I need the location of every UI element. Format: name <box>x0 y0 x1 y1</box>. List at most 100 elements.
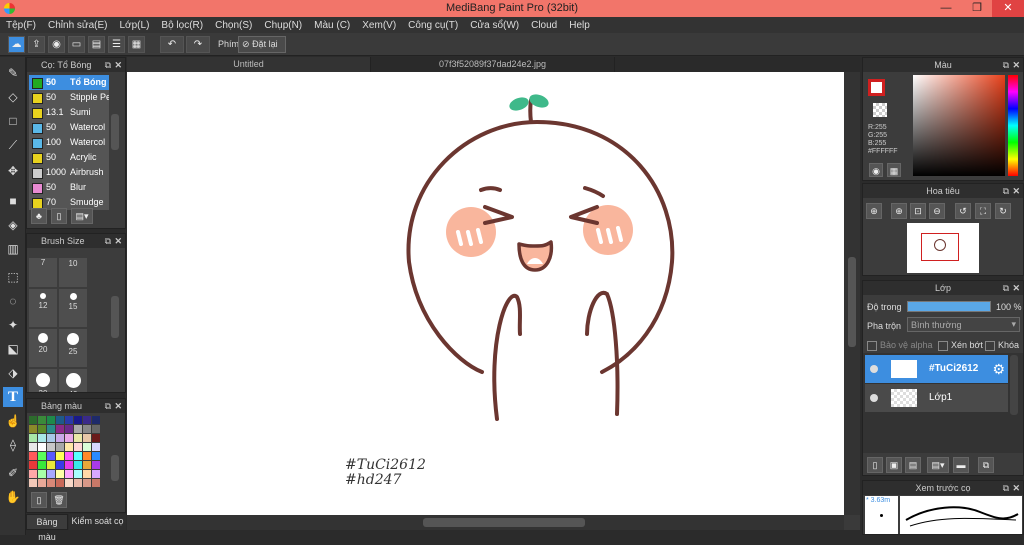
undo-icon[interactable]: ↶ <box>160 36 184 53</box>
palette-swatch[interactable] <box>29 443 37 451</box>
popout-icon[interactable]: ⧉ <box>105 58 111 72</box>
brush-list-scrollbar[interactable] <box>111 114 119 150</box>
folder-icon[interactable]: ▬ <box>953 457 969 473</box>
menu-file[interactable]: Tệp(F) <box>0 20 42 31</box>
brush-size-option[interactable]: 10 <box>59 258 87 287</box>
palette-swatch[interactable] <box>92 470 100 478</box>
palette-swatch[interactable] <box>92 425 100 433</box>
brush-size-option[interactable]: 12 <box>29 289 57 327</box>
palette-swatch[interactable] <box>56 416 64 424</box>
fit-screen-icon[interactable]: ⛶ <box>975 203 991 219</box>
hue-slider[interactable] <box>1008 75 1018 176</box>
palette-swatch[interactable] <box>65 416 73 424</box>
palette-swatch[interactable] <box>74 479 82 487</box>
hand-tool-icon[interactable]: ✋ <box>3 487 23 507</box>
menu-capture[interactable]: Chụp(N) <box>258 20 308 31</box>
palette-swatch[interactable] <box>47 461 55 469</box>
palette-swatch[interactable] <box>29 479 37 487</box>
comment-icon[interactable]: ▭ <box>68 36 85 53</box>
close-icon[interactable]: ✕ <box>1012 184 1020 198</box>
palette-swatch[interactable] <box>56 425 64 433</box>
close-icon[interactable]: ✕ <box>114 399 122 413</box>
palette-swatch[interactable] <box>83 416 91 424</box>
zoom-fit-icon[interactable]: ⊡ <box>910 203 926 219</box>
background-color-swatch[interactable] <box>873 103 887 117</box>
palette-swatch[interactable] <box>38 461 46 469</box>
palette-swatch[interactable] <box>56 479 64 487</box>
palette-swatch[interactable] <box>92 443 100 451</box>
tab-palette[interactable]: Bảng màu <box>26 514 68 542</box>
popout-icon[interactable]: ⧉ <box>1003 281 1009 295</box>
palette-swatch[interactable] <box>47 425 55 433</box>
palette-swatch[interactable] <box>65 479 73 487</box>
tab-untitled[interactable]: Untitled <box>127 57 371 72</box>
palette-swatch[interactable] <box>38 443 46 451</box>
popout-icon[interactable]: ⧉ <box>1003 184 1009 198</box>
menu-cloud[interactable]: Cloud <box>525 20 563 31</box>
palette-swatch[interactable] <box>92 434 100 442</box>
palette-swatch[interactable] <box>29 470 37 478</box>
popout-icon[interactable]: ⧉ <box>1003 58 1009 72</box>
palette-swatch[interactable] <box>56 452 64 460</box>
palette-swatch[interactable] <box>29 434 37 442</box>
palette-swatch[interactable] <box>74 461 82 469</box>
navigator-thumbnail[interactable] <box>907 223 979 273</box>
menu-help[interactable]: Help <box>563 20 596 31</box>
palette-swatch[interactable] <box>74 425 82 433</box>
palette-swatch[interactable] <box>47 443 55 451</box>
list-icon[interactable]: ☰ <box>108 36 125 53</box>
new-layer-1bit-icon[interactable]: ▤ <box>905 457 921 473</box>
new-page-icon[interactable]: ▯ <box>31 492 47 508</box>
palette-swatch[interactable] <box>92 452 100 460</box>
palette-swatch[interactable] <box>47 434 55 442</box>
palette-swatch[interactable] <box>74 443 82 451</box>
palette-swatch[interactable] <box>38 479 46 487</box>
palette-swatch[interactable] <box>83 470 91 478</box>
popout-icon[interactable]: ⧉ <box>1003 481 1009 495</box>
brush-menu-icon[interactable]: ▤▾ <box>71 208 93 224</box>
zoom-out-icon[interactable]: ⊖ <box>929 203 945 219</box>
palette-swatch[interactable] <box>83 479 91 487</box>
rotate-right-icon[interactable]: ↻ <box>995 203 1011 219</box>
magic-wand-icon[interactable]: ✦ <box>3 315 23 335</box>
bucket-tool-icon[interactable]: ◈ <box>3 215 23 235</box>
menu-edit[interactable]: Chỉnh sửa(E) <box>42 20 114 31</box>
clipping-checkbox[interactable]: Xén bớt <box>938 340 983 351</box>
gear-icon[interactable]: ⚙ <box>992 361 1005 378</box>
line-tool-icon[interactable]: ⟋ <box>3 135 23 155</box>
text-tool-icon[interactable]: T <box>3 387 23 407</box>
menu-view[interactable]: Xem(V) <box>356 20 402 31</box>
select-rect-icon[interactable]: ⬚ <box>3 267 23 287</box>
tab-image-file[interactable]: 07f3f52089f37dad24e2.jpg <box>371 57 615 72</box>
popout-icon[interactable]: ⧉ <box>105 399 111 413</box>
eyedropper-icon[interactable]: ✐ <box>3 463 23 483</box>
menu-select[interactable]: Chọn(S) <box>209 20 258 31</box>
menu-window[interactable]: Cửa sổ(W) <box>464 20 525 31</box>
palette-swatch[interactable] <box>74 434 82 442</box>
palette-swatch[interactable] <box>56 461 64 469</box>
layer-list-scrollbar[interactable] <box>1010 355 1018 415</box>
palette-swatch[interactable] <box>29 425 37 433</box>
palette-swatch[interactable] <box>29 416 37 424</box>
menu-layer[interactable]: Lớp(L) <box>114 20 156 31</box>
brush-item[interactable]: 100 Watercol <box>29 135 109 151</box>
vertical-scroll-thumb[interactable] <box>848 257 856 347</box>
dropper-tool-icon[interactable]: ⟠ <box>3 435 23 455</box>
restore-button[interactable]: ❐ <box>962 0 992 17</box>
palette-swatch[interactable] <box>47 470 55 478</box>
tab-brush-control[interactable]: Kiểm soát cọ <box>69 514 126 530</box>
opacity-slider[interactable] <box>907 301 991 312</box>
palette-swatch[interactable] <box>38 425 46 433</box>
close-icon[interactable]: ✕ <box>1012 281 1020 295</box>
brush-item[interactable]: 50 Stipple Pe <box>29 90 109 106</box>
zoom-in-step-icon[interactable]: ⊕ <box>891 203 907 219</box>
close-button[interactable]: ✕ <box>992 0 1024 17</box>
brush-item[interactable]: 50 Tổ Bóng <box>29 75 109 91</box>
close-icon[interactable]: ✕ <box>114 58 122 72</box>
palette-swatch[interactable] <box>47 416 55 424</box>
protect-alpha-checkbox[interactable]: Bảo vệ alpha <box>867 340 933 351</box>
brush-item[interactable]: 13.1 Sumi <box>29 105 109 121</box>
palette-swatch[interactable] <box>83 443 91 451</box>
palette-swatch[interactable] <box>29 452 37 460</box>
rectangle-tool-icon[interactable]: □ <box>3 111 23 131</box>
